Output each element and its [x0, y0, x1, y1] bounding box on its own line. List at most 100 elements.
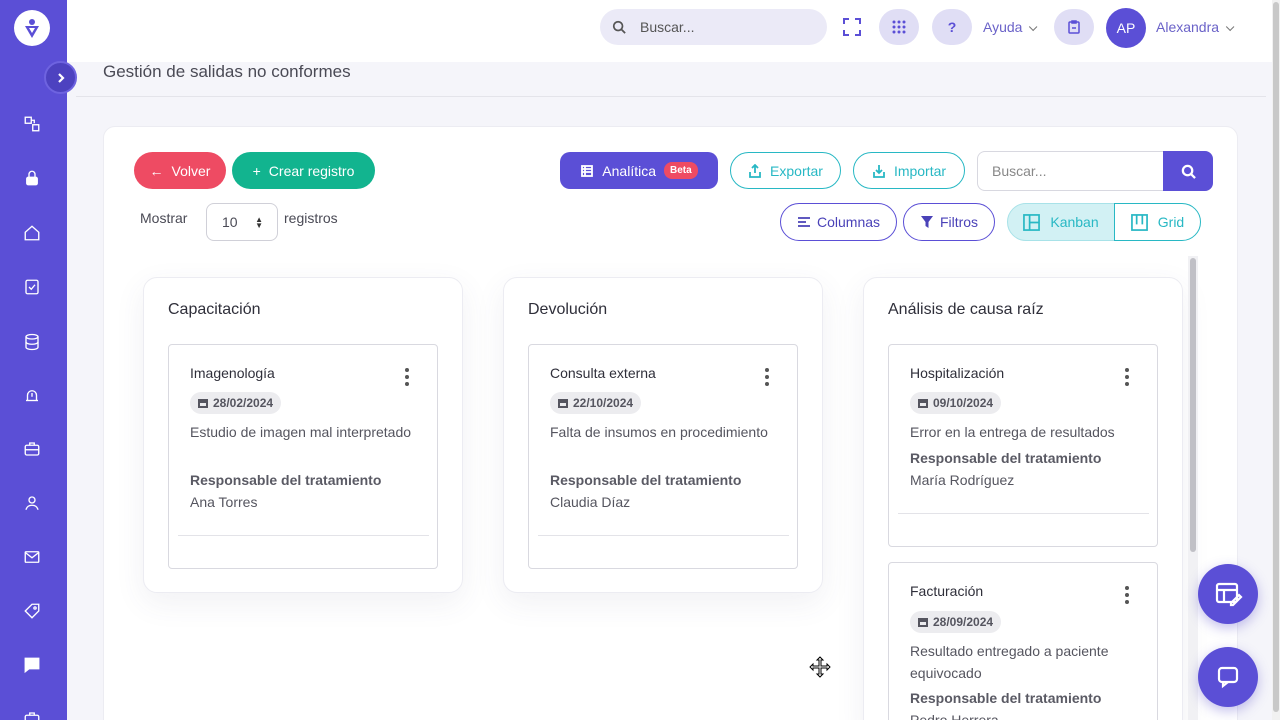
filters-button[interactable]: Filtros: [903, 203, 995, 241]
sidebar-expand-button[interactable]: [44, 61, 77, 94]
page-size-value: 10: [222, 214, 238, 230]
briefcase-icon[interactable]: [21, 438, 43, 460]
question-chat-icon[interactable]: [21, 654, 43, 676]
board-scrollbar-thumb[interactable]: [1190, 258, 1196, 552]
back-button[interactable]: ← Volver: [134, 152, 226, 189]
create-record-button[interactable]: + Crear registro: [232, 152, 375, 189]
card-divider: [898, 513, 1149, 514]
grid-label: Grid: [1157, 214, 1185, 230]
kanban-card[interactable]: Facturación 28/09/2024 Resultado entrega…: [888, 562, 1158, 720]
more-options-icon[interactable]: [765, 368, 769, 386]
date-badge: 28/09/2024: [910, 611, 1002, 633]
columns-label: Columnas: [816, 214, 881, 230]
page-size-select[interactable]: 10 ▲ ▼: [206, 203, 278, 241]
help-menu[interactable]: Ayuda: [983, 19, 1038, 35]
kanban-card[interactable]: Hospitalización 09/10/2024 Error en la e…: [888, 344, 1158, 547]
page-title: Gestión de salidas no conformes: [103, 62, 351, 81]
lock-icon[interactable]: [21, 167, 43, 189]
kanban-card[interactable]: Consulta externa 22/10/2024 Falta de ins…: [528, 344, 798, 569]
tag-icon[interactable]: [21, 600, 43, 622]
plus-icon: +: [252, 162, 261, 179]
import-button[interactable]: Importar: [853, 152, 965, 189]
calendar-icon: [918, 399, 928, 408]
calendar-icon: [198, 399, 208, 408]
records-label: registros: [284, 210, 338, 226]
responsible-name: María Rodríguez: [910, 472, 1015, 488]
columns-button[interactable]: Columnas: [780, 203, 897, 241]
page-scrollbar-thumb[interactable]: [1273, 2, 1279, 712]
alert-icon[interactable]: [21, 385, 43, 407]
kanban-column: Devolución Consulta externa 22/10/2024 F…: [503, 277, 823, 593]
export-icon: [749, 163, 761, 178]
grid-icon: [1130, 213, 1148, 231]
user-menu[interactable]: Alexandra: [1156, 19, 1235, 35]
mail-icon[interactable]: [21, 546, 43, 568]
kanban-view-button[interactable]: Kanban: [1007, 203, 1115, 241]
card-date: 28/09/2024: [933, 615, 994, 629]
card-date: 22/10/2024: [573, 396, 634, 410]
help-icon: ?: [947, 19, 957, 35]
select-arrows-icon: ▲ ▼: [255, 215, 263, 230]
card-divider: [178, 535, 429, 536]
card-description: Falta de insumos en procedimiento: [550, 424, 768, 440]
form-edit-fab[interactable]: [1198, 564, 1258, 624]
records-search-placeholder: Buscar...: [992, 163, 1047, 179]
form-edit-icon: [1215, 582, 1243, 607]
help-button[interactable]: ?: [932, 9, 972, 45]
more-options-icon[interactable]: [1125, 586, 1129, 604]
sidebar: [0, 0, 67, 720]
calendar-icon: [558, 399, 568, 408]
chevron-down-icon: [1029, 22, 1038, 32]
date-badge: 22/10/2024: [550, 392, 642, 414]
more-options-icon[interactable]: [1125, 368, 1129, 386]
grid-view-button[interactable]: Grid: [1114, 203, 1201, 241]
kanban-column: Análisis de causa raíz Hospitalización 0…: [863, 277, 1183, 720]
chat-icon: [1217, 666, 1239, 689]
search-button[interactable]: [1163, 151, 1213, 191]
app-logo[interactable]: [14, 10, 50, 46]
briefcase-alt-icon[interactable]: [21, 708, 43, 720]
analytics-button[interactable]: Analítica Beta: [560, 152, 718, 189]
search-icon: [1181, 164, 1196, 179]
filter-icon: [920, 216, 933, 228]
column-title: Devolución: [528, 301, 608, 318]
beta-badge: Beta: [664, 162, 698, 179]
back-label: Volver: [171, 162, 211, 179]
global-search-placeholder: Buscar...: [640, 19, 695, 35]
card-title: Hospitalización: [910, 365, 1005, 381]
apps-grid-button[interactable]: [879, 9, 919, 45]
database-icon[interactable]: [21, 331, 43, 353]
kanban-column: Capacitación Imagenología 28/02/2024 Est…: [143, 277, 463, 593]
avatar-initials: AP: [1116, 20, 1136, 36]
global-search-input[interactable]: Buscar...: [600, 9, 827, 45]
responsible-label: Responsable del tratamiento: [190, 472, 382, 488]
chevron-down-icon: [1225, 22, 1235, 32]
export-button[interactable]: Exportar: [730, 152, 841, 189]
analytics-label: Analítica: [602, 162, 656, 179]
chevron-right-icon: [57, 72, 65, 83]
responsible-name: Pedro Herrera: [910, 712, 999, 720]
export-label: Exportar: [770, 162, 823, 179]
grid-dots-icon: [892, 20, 906, 34]
column-title: Capacitación: [168, 301, 261, 318]
date-badge: 09/10/2024: [910, 392, 1002, 414]
import-icon: [873, 164, 885, 178]
checklist-icon[interactable]: [21, 276, 43, 298]
column-title: Análisis de causa raíz: [888, 301, 1044, 318]
home-icon[interactable]: [21, 222, 43, 244]
card-description: Resultado entregado a paciente equivocad…: [910, 643, 1109, 681]
modules-icon[interactable]: [21, 113, 43, 135]
user-name: Alexandra: [1156, 19, 1220, 35]
records-search-input[interactable]: Buscar...: [977, 151, 1163, 191]
move-cursor-icon: [809, 656, 831, 678]
chat-fab[interactable]: [1198, 647, 1258, 707]
calendar-icon: [918, 618, 928, 627]
more-options-icon[interactable]: [405, 368, 409, 386]
filters-label: Filtros: [939, 214, 979, 230]
kanban-card[interactable]: Imagenología 28/02/2024 Estudio de image…: [168, 344, 438, 569]
user-icon[interactable]: [21, 492, 43, 514]
clipboard-button[interactable]: [1054, 9, 1094, 45]
responsible-label: Responsable del tratamiento: [550, 472, 742, 488]
fullscreen-icon[interactable]: [842, 17, 862, 37]
user-avatar[interactable]: AP: [1106, 8, 1146, 48]
